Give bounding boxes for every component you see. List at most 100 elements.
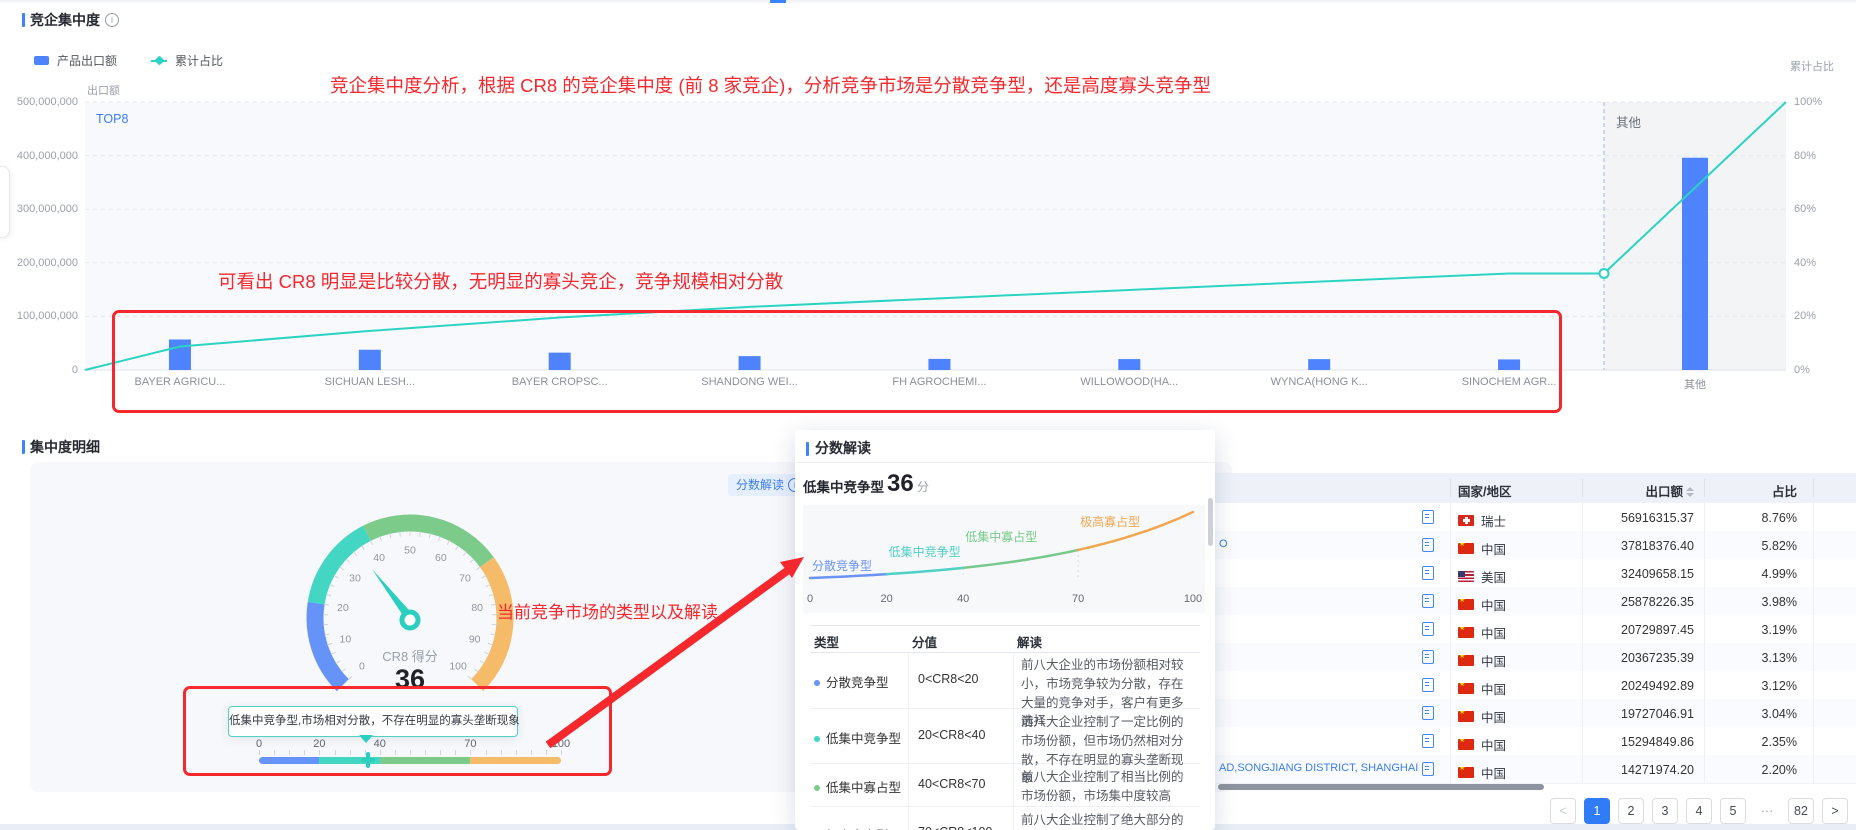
copy-icon[interactable] <box>1422 566 1434 580</box>
share-cell: 2.20% <box>1704 763 1797 777</box>
export-cell: 25878226.35 <box>1582 595 1694 609</box>
score-table-header-cell: 分值 <box>912 632 937 651</box>
score-table-row: 低集中竞争型20<CR8<40前八大企业控制了一定比例的市场份额，但市场仍然相对… <box>810 709 1200 764</box>
cell-divider <box>908 709 909 763</box>
copy-icon[interactable] <box>1422 650 1434 664</box>
pagination-page-2[interactable]: 2 <box>1618 798 1644 824</box>
copy-icon[interactable] <box>1422 706 1434 720</box>
horizontal-scrollbar[interactable] <box>1218 784 1544 790</box>
copy-icon[interactable] <box>1422 510 1434 524</box>
copy-icon[interactable] <box>1422 734 1434 748</box>
pagination-prev-button[interactable]: < <box>1550 798 1576 824</box>
score-type-cell: 分散竞争型 <box>814 672 889 691</box>
cell-divider <box>1813 587 1814 615</box>
gauge-score-label: CR8 得分 <box>340 646 480 665</box>
pagination-page-3[interactable]: 3 <box>1652 798 1678 824</box>
y2-tick: 100% <box>1794 96 1822 108</box>
section2-header: 集中度明细 <box>22 437 100 457</box>
copy-cell <box>1422 650 1434 669</box>
popup-score-unit: 分 <box>917 478 929 495</box>
popup-title-bar <box>806 442 809 456</box>
curve-x-tick: 20 <box>875 593 899 605</box>
export-cell: 20367235.39 <box>1582 651 1694 665</box>
cell-divider <box>1813 643 1814 671</box>
copy-cell <box>1422 706 1434 725</box>
x-category-label: 其他 <box>1615 376 1775 392</box>
svg-text:90: 90 <box>469 634 481 646</box>
popup-current-type: 低集中竞争型 <box>803 476 884 496</box>
copy-icon[interactable] <box>1422 678 1434 692</box>
share-cell: 3.13% <box>1704 651 1797 665</box>
pagination-next-button[interactable]: > <box>1822 798 1848 824</box>
share-cell: 3.12% <box>1704 679 1797 693</box>
score-curve-chart: 分散竞争型低集中竞争型低集中寡占型极高寡占型0204070100 <box>803 505 1205 613</box>
y-tick: 100,000,000 <box>0 310 78 322</box>
header-divider <box>1813 479 1814 497</box>
y2-tick: 20% <box>1794 310 1816 322</box>
country-cell: 瑞士 <box>1458 511 1506 530</box>
pagination-page-82[interactable]: 82 <box>1788 798 1814 824</box>
flag-icon <box>1458 683 1474 694</box>
cell-divider <box>1813 559 1814 587</box>
pagination-page-5[interactable]: 5 <box>1720 798 1746 824</box>
pagination-page-4[interactable]: 4 <box>1686 798 1712 824</box>
top8-zone-label: TOP8 <box>96 112 128 126</box>
cell-divider <box>1450 559 1451 587</box>
score-table-row: 极高寡占型 70<CR8<100 前八大企业控制了绝大部分的市场份额，市场呈现出明显… <box>810 807 1200 830</box>
sort-icon[interactable] <box>1686 487 1694 497</box>
country-cell: 中国 <box>1458 539 1506 558</box>
company-link[interactable]: O <box>1219 538 1418 550</box>
cell-divider <box>1813 531 1814 559</box>
copy-icon[interactable] <box>1422 594 1434 608</box>
score-range-cell: 70<CR8<100 <box>918 825 992 830</box>
score-type-cell: 低集中寡占型 <box>814 777 901 796</box>
cell-divider <box>1813 727 1814 755</box>
country-cell: 中国 <box>1458 707 1506 726</box>
popup-scrollbar[interactable] <box>1208 498 1213 546</box>
score-desc-cell: 前八大企业控制了相当比例的市场份额，市场集中度较高 <box>1021 768 1194 806</box>
flag-icon <box>1458 543 1474 554</box>
curve-zone-label: 极高寡占型 <box>1080 513 1140 530</box>
copy-cell <box>1422 762 1434 781</box>
export-cell: 20249492.89 <box>1582 679 1694 693</box>
pagination-ellipsis[interactable]: ··· <box>1754 798 1780 824</box>
country-cell: 中国 <box>1458 623 1506 642</box>
export-header[interactable]: 出口额 <box>1582 481 1694 500</box>
svg-text:10: 10 <box>339 634 351 646</box>
annotation-rect-bars <box>112 310 1562 413</box>
share-cell: 5.82% <box>1704 539 1797 553</box>
cell-divider <box>1450 671 1451 699</box>
annotation-mid-note: 可看出 CR8 明显是比较分散，无明显的寡头竞企，竞争规模相对分散 <box>218 268 783 294</box>
cell-divider <box>908 764 909 806</box>
country-header: 国家/地区 <box>1458 481 1511 500</box>
y2-tick: 0% <box>1794 364 1810 376</box>
copy-cell <box>1422 510 1434 529</box>
country-cell: 中国 <box>1458 763 1506 782</box>
cell-divider <box>1813 671 1814 699</box>
cell-divider <box>1450 727 1451 755</box>
pagination-page-1[interactable]: 1 <box>1584 798 1610 824</box>
y-tick: 200,000,000 <box>0 257 78 269</box>
score-desc-cell: 前八大企业控制了绝大部分的市场份额，市场呈现出明显的寡头垄断特征 <box>1021 811 1194 830</box>
copy-icon[interactable] <box>1422 762 1434 776</box>
score-type-cell: 极高寡占型 <box>814 825 889 830</box>
flag-icon <box>1458 739 1474 750</box>
curve-zone-label: 低集中竞争型 <box>889 543 961 560</box>
table-header-row: 国家/地区出口额占比 <box>1215 473 1856 504</box>
score-type-cell: 低集中竞争型 <box>814 728 901 747</box>
table-row: 中国25878226.353.98% <box>1215 587 1856 616</box>
y2-tick: 80% <box>1794 150 1816 162</box>
copy-icon[interactable] <box>1422 538 1434 552</box>
flag-icon <box>1458 655 1474 666</box>
table-row: 瑞士56916315.378.76% <box>1215 503 1856 532</box>
copy-icon[interactable] <box>1422 622 1434 636</box>
cell-divider <box>1450 503 1451 531</box>
cell-divider <box>1013 709 1014 763</box>
y-tick: 0 <box>0 364 78 376</box>
svg-text:70: 70 <box>459 573 471 585</box>
cell-divider <box>908 652 909 708</box>
company-link[interactable]: AD,SONGJIANG DISTRICT, SHANGHAI CHI... <box>1219 762 1418 774</box>
curve-x-tick: 100 <box>1181 593 1205 605</box>
export-cell: 32409658.15 <box>1582 567 1694 581</box>
cell-divider <box>1813 503 1814 531</box>
